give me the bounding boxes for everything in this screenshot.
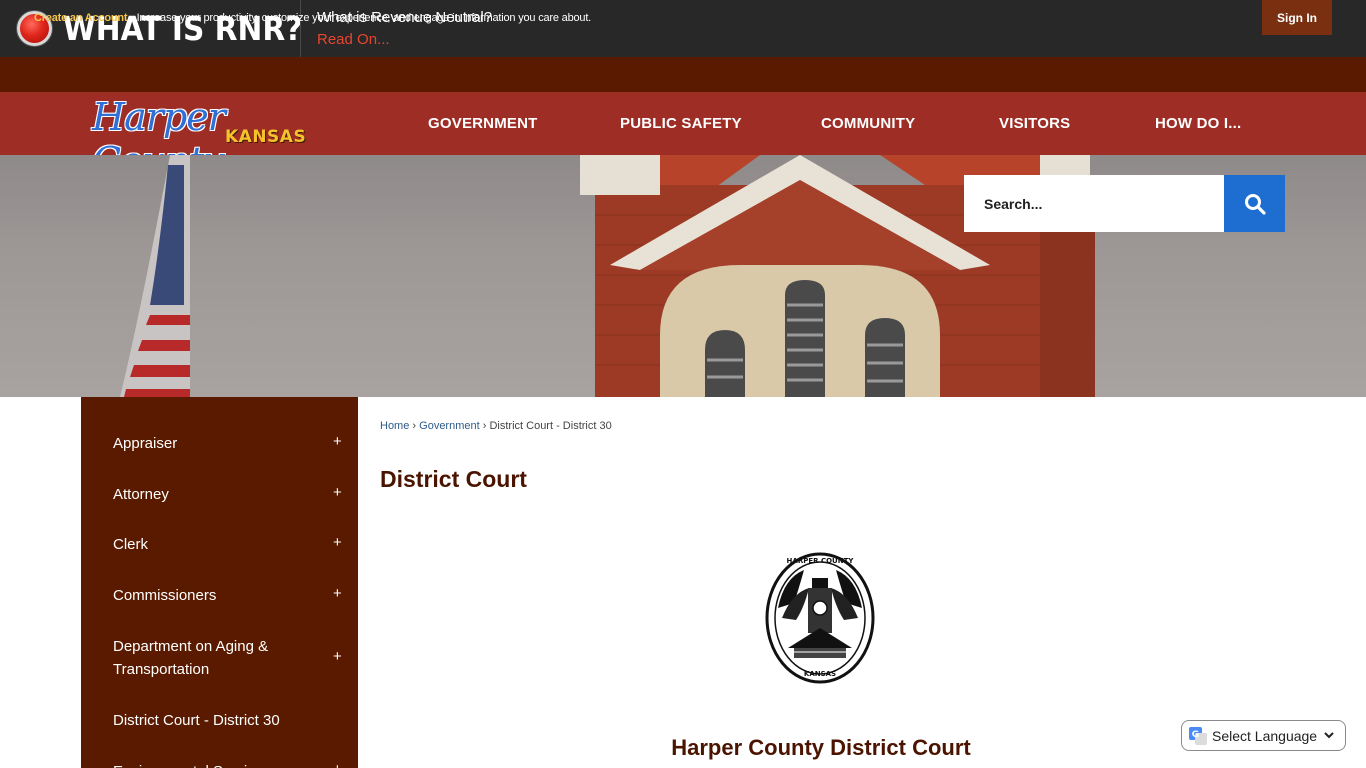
breadcrumb-government[interactable]: Government xyxy=(419,420,480,432)
chevron-down-icon xyxy=(1324,732,1334,739)
sidebar-item-label: Appraiser xyxy=(113,435,178,452)
svg-text:HARPER COUNTY: HARPER COUNTY xyxy=(787,557,855,565)
sidebar-item-environmental-services[interactable]: Environmental Services + xyxy=(81,760,358,768)
breadcrumb-separator: › xyxy=(482,420,487,432)
account-message: Create an Account - Increase your produc… xyxy=(34,11,591,25)
search-input[interactable] xyxy=(964,175,1224,232)
nav-visitors[interactable]: VISITORS xyxy=(999,92,1070,155)
sidebar-item-label: Department on Aging & Transportation xyxy=(113,638,269,678)
sidebar-item-appraiser[interactable]: Appraiser + xyxy=(81,432,358,455)
sidebar-item-attorney[interactable]: Attorney + xyxy=(81,483,358,506)
expand-plus-icon[interactable]: + xyxy=(333,582,342,605)
nav-how-do-i[interactable]: HOW DO I... xyxy=(1155,92,1241,155)
search-button[interactable] xyxy=(1224,175,1285,232)
harper-county-seal-image: HARPER COUNTY KANSAS xyxy=(765,552,875,684)
page-title: District Court xyxy=(380,466,527,492)
sidebar-item-label: Attorney xyxy=(113,486,169,503)
google-translate-icon: G xyxy=(1189,726,1207,745)
sidebar-item-label: District Court - District 30 xyxy=(113,712,280,729)
breadcrumb-current: District Court - District 30 xyxy=(489,420,612,432)
expand-plus-icon[interactable]: + xyxy=(333,481,342,504)
breadcrumb-separator: › xyxy=(412,420,417,432)
sidebar-item-district-court[interactable]: District Court - District 30 xyxy=(81,709,358,732)
breadcrumb-home[interactable]: Home xyxy=(380,420,409,432)
expand-plus-icon[interactable]: + xyxy=(333,430,342,453)
nav-community[interactable]: COMMUNITY xyxy=(821,92,915,155)
flag-icon xyxy=(120,155,190,397)
svg-text:KANSAS: KANSAS xyxy=(804,670,836,678)
sidebar-item-aging-transportation[interactable]: Department on Aging & Transportation + xyxy=(81,635,358,681)
breadcrumb: Home › Government › District Court - Dis… xyxy=(380,420,612,433)
sidebar-item-label: Environmental Services xyxy=(113,760,271,768)
expand-plus-icon[interactable]: + xyxy=(333,531,342,554)
expand-plus-icon[interactable]: + xyxy=(333,645,342,668)
alert-divider xyxy=(300,0,301,57)
alert-read-on-link[interactable]: Read On... xyxy=(317,31,390,49)
sidebar-item-commissioners[interactable]: Commissioners + xyxy=(81,584,358,607)
language-select-label: Select Language xyxy=(1212,727,1318,744)
sign-in-button[interactable]: Sign In xyxy=(1262,0,1332,35)
nav-public-safety[interactable]: PUBLIC SAFETY xyxy=(620,92,742,155)
sidebar-item-label: Clerk xyxy=(113,536,149,553)
logo-sub-text: KANSAS xyxy=(225,127,307,147)
sidebar-item-clerk[interactable]: Clerk + xyxy=(81,533,358,556)
sidebar-item-label: Commissioners xyxy=(113,587,217,604)
harper-county-logo[interactable]: Harper County KANSAS xyxy=(92,95,314,183)
expand-plus-icon[interactable]: + xyxy=(333,760,342,768)
account-bar xyxy=(0,57,1366,92)
court-heading: Harper County District Court xyxy=(671,735,971,760)
search-icon xyxy=(1244,193,1266,215)
nav-government[interactable]: GOVERNMENT xyxy=(428,92,538,155)
create-account-link[interactable]: Create an Account xyxy=(34,12,128,24)
language-select[interactable]: G Select Language xyxy=(1181,720,1346,751)
account-message-text: - Increase your productivity, customize … xyxy=(127,12,592,24)
svg-text:G: G xyxy=(1192,730,1199,740)
